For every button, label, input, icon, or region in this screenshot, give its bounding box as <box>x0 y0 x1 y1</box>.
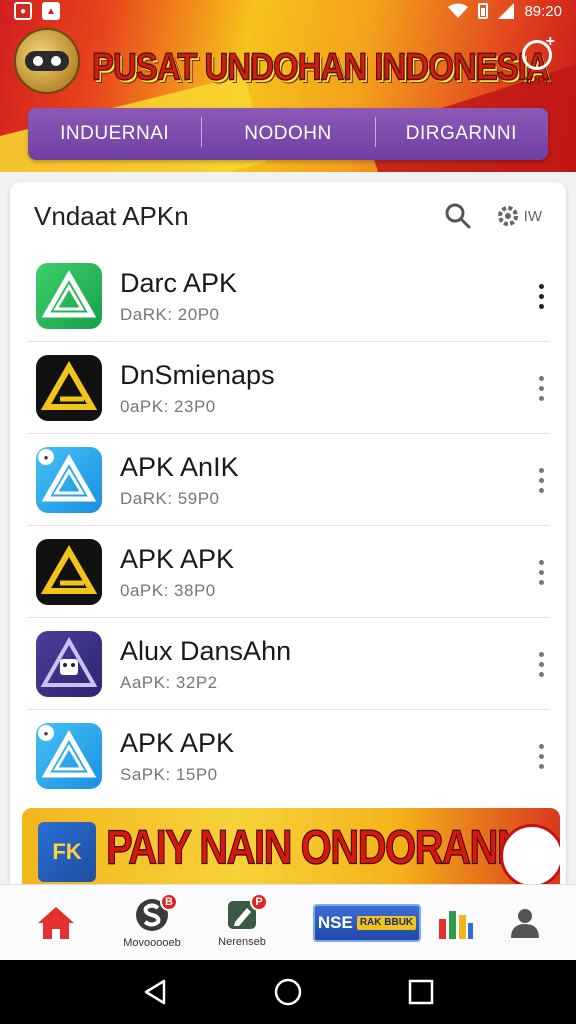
list-item[interactable]: Darc APK DaRK: 20P0 <box>10 250 566 342</box>
profile-icon <box>511 909 539 938</box>
more-options-button[interactable] <box>526 644 556 684</box>
wifi-icon <box>448 3 469 18</box>
bar-chart-icon <box>439 911 473 939</box>
black-yellow-triangle-icon <box>40 360 98 410</box>
promo-banner[interactable]: FK PAIY NAIN ONDORANN! <box>22 808 560 888</box>
promo-mascot-icon <box>500 824 560 888</box>
app-badge-icon: ● <box>38 725 54 741</box>
filter-label: IW <box>523 207 542 225</box>
promo-box-icon: FK <box>38 822 96 882</box>
status-bar: ● ▲ 89:20 <box>0 0 576 22</box>
home-icon <box>38 907 74 939</box>
more-options-button[interactable] <box>526 276 556 316</box>
search-button[interactable] <box>440 198 476 234</box>
notification-flag-icon: ▲ <box>42 2 60 20</box>
green-triangle-icon <box>41 269 97 318</box>
nav-item-nerenseb[interactable]: P Nerenseb <box>204 885 280 961</box>
app-name: APK AnIK <box>120 451 239 482</box>
system-navigation-bar <box>0 960 576 1024</box>
app-meta: DaRK: 20P0 <box>120 304 220 324</box>
app-name: Darc APK <box>120 267 238 298</box>
nav-item-movooooeb[interactable]: B Movooooeb <box>112 885 192 961</box>
black-yellow-triangle-icon <box>40 544 98 594</box>
app-icon-black <box>36 539 102 605</box>
promo-text: PAIY NAIN ONDORANN! <box>105 821 538 875</box>
app-badge-icon: ● <box>38 449 54 465</box>
app-icon-black <box>36 355 102 421</box>
promo-chip-text: NSE <box>317 913 353 932</box>
purple-triangle-icon <box>40 636 98 687</box>
promo-chip: NSE RAK BBUK <box>313 904 421 942</box>
nav-home[interactable] <box>30 885 82 961</box>
notification-badge: B <box>160 893 178 911</box>
download-apk-button[interactable]: APPK <box>512 33 562 88</box>
app-meta: AaPK: 32P2 <box>120 672 218 692</box>
battery-icon <box>478 3 489 19</box>
more-options-button[interactable] <box>526 460 556 500</box>
app-meta: 0aPK: 23P0 <box>120 396 216 416</box>
nav-label: Nerenseb <box>218 936 266 948</box>
search-icon <box>445 203 471 229</box>
signal-icon <box>498 3 515 19</box>
app-meta: DaRK: 59P0 <box>120 488 220 508</box>
app-icon-blue: ● <box>36 723 102 789</box>
apk-list-card: Vndaat APKn IW Darc APK DaRK: 20P0 DnSmi… <box>10 182 566 902</box>
more-options-button[interactable] <box>526 736 556 776</box>
app-name: APK APK <box>120 543 235 574</box>
more-options-button[interactable] <box>526 552 556 592</box>
list-item[interactable]: ● APK APK SaPK: 15P0 <box>10 710 566 802</box>
app-meta: 0aPK: 38P0 <box>120 580 216 600</box>
nav-label: Movooooeb <box>123 937 181 949</box>
app-icon-blue: ● <box>36 447 102 513</box>
recents-icon[interactable] <box>408 979 434 1005</box>
nav-stats[interactable] <box>432 885 478 961</box>
list-item[interactable]: APK APK 0aPK: 38P0 <box>10 526 566 618</box>
list-item[interactable]: ● APK AnIK DaRK: 59P0 <box>10 434 566 526</box>
nav-promo-chip[interactable]: NSE RAK BBUK <box>312 885 422 961</box>
home-circle-icon[interactable] <box>273 977 303 1007</box>
notification-app-icon: ● <box>14 2 32 20</box>
category-tabs: INDUERNAI NODOHN DIRGARNNI <box>28 108 548 160</box>
tab-nodohn[interactable]: NODOHN <box>201 117 374 147</box>
app-header: ● ▲ 89:20 PUSAT UNDOHAN INDONESIA APPK I… <box>0 0 576 172</box>
refresh-add-icon <box>522 33 555 70</box>
settings-filter-button[interactable]: IW <box>496 204 542 228</box>
notification-badge: P <box>250 893 268 911</box>
list-header: Vndaat APKn IW <box>10 182 566 250</box>
app-meta: SaPK: 15P0 <box>120 764 218 784</box>
app-logo-mascot <box>14 28 80 94</box>
app-icon-purple <box>36 631 102 697</box>
back-icon[interactable] <box>142 978 168 1006</box>
app-name: DnSmienaps <box>120 359 275 390</box>
nav-profile[interactable] <box>500 885 550 961</box>
status-time: 89:20 <box>524 2 562 20</box>
app-name: APK APK <box>120 727 235 758</box>
tab-dirgarnni[interactable]: DIRGARNNI <box>374 117 548 147</box>
list-item[interactable]: Alux DansAhn AaPK: 32P2 <box>10 618 566 710</box>
list-item[interactable]: DnSmienaps 0aPK: 23P0 <box>10 342 566 434</box>
gear-icon <box>497 206 518 226</box>
more-options-button[interactable] <box>526 368 556 408</box>
app-title: PUSAT UNDOHAN INDONESIA <box>91 44 550 88</box>
tab-induernai[interactable]: INDUERNAI <box>28 123 201 145</box>
bottom-navigation: B Movooooeb P Nerenseb NSE RAK BBUK <box>0 884 576 960</box>
promo-chip-sub: RAK BBUK <box>356 916 417 930</box>
list-title: Vndaat APKn <box>34 200 189 231</box>
app-name: Alux DansAhn <box>120 635 292 666</box>
app-icon-green <box>36 263 102 329</box>
download-apk-label: APPK <box>520 74 553 88</box>
